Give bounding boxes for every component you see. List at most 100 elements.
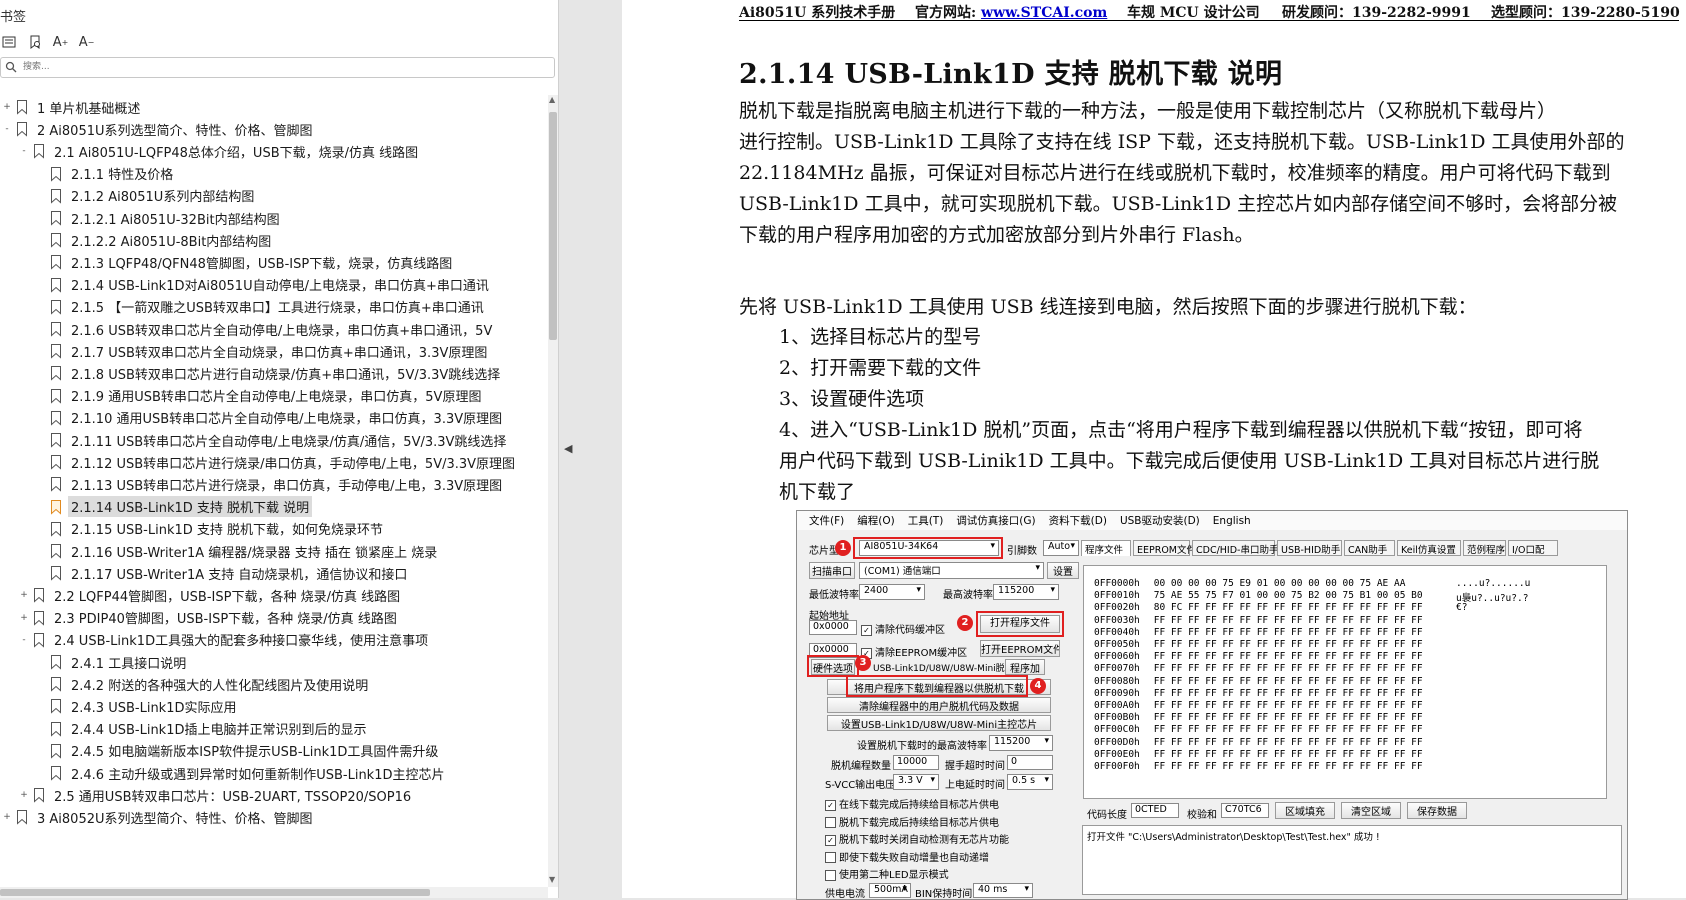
bookmark-item[interactable]: 2.1.7 USB转双串口芯片全自动烧录，串口仿真+串口通讯，3.3V原理图	[36, 339, 490, 363]
scroll-up-icon[interactable]: ▲	[549, 95, 555, 104]
checked-box[interactable]: ✓	[825, 834, 836, 846]
scan-port-button[interactable]: 扫描串口	[809, 562, 855, 579]
scroll-thumb[interactable]	[549, 112, 557, 340]
collapse-icon[interactable]: -	[2, 124, 12, 134]
bookmark-item[interactable]: 2.1.5 【一箭双雕之USB转双串口】工具进行烧录，串口仿真+串口通讯	[36, 295, 487, 319]
font-increase-icon[interactable]: A +	[52, 34, 69, 51]
expand-icon[interactable]: +	[2, 102, 12, 112]
expand-icon[interactable]: +	[19, 790, 29, 800]
menu-item[interactable]: 资料下载(D)	[1049, 513, 1107, 528]
bookmark-item[interactable]: +1 单片机基础概述	[2, 95, 143, 119]
tree-horizontal-scrollbar[interactable]	[0, 887, 548, 898]
collapse-icon[interactable]: -	[19, 146, 29, 156]
unchecked-box[interactable]	[825, 817, 836, 828]
bookmark-item[interactable]: 2.1.15 USB-Link1D 支持 脱机下载，如何免烧录环节	[36, 517, 386, 541]
menu-item[interactable]: 编程(O)	[857, 513, 894, 528]
bookmark-item[interactable]: 2.4.5 如电脑端新版本ISP软件提示USB-Link1D工具固件需升级	[36, 739, 441, 763]
program-tab[interactable]: 程序加	[1005, 659, 1045, 675]
bookmark-item[interactable]: 2.1.9 通用USB转串口芯片全自动停电/上电烧录，串口仿真，5V原理图	[36, 384, 484, 408]
menu-item[interactable]: USB驱动安装(D)	[1120, 513, 1200, 528]
max-baud-select[interactable]: 115200	[993, 584, 1059, 600]
bookmark-item[interactable]: 2.4.3 USB-Link1D实际应用	[36, 694, 240, 718]
right-tab[interactable]: USB-HID助手	[1277, 540, 1342, 556]
offline-count-input[interactable]: 10000	[893, 755, 939, 770]
bookmark-item[interactable]: 2.1.17 USB-Writer1A 支持 自动烧录机，通信协议和接口	[36, 561, 410, 585]
header-site-link[interactable]: www.STCAI.com	[981, 5, 1107, 21]
bookmark-item[interactable]: - 2.4 USB-Link1D工具强大的配套多种接口豪华线，使用注意事项	[19, 628, 431, 652]
bookmark-item[interactable]: 2.1.14 USB-Link1D 支持 脱机下载 说明	[36, 495, 313, 519]
bookmark-item[interactable]: 2.4.2 附送的各种强大的人性化配线图片及使用说明	[36, 672, 371, 696]
poweron-select[interactable]: 0.5 s	[1007, 774, 1053, 790]
expand-icon[interactable]: +	[19, 613, 29, 623]
right-tab[interactable]: Keil仿真设置	[1397, 540, 1461, 556]
tree-vertical-scrollbar[interactable]: ▲ ▼	[548, 95, 558, 887]
bookmark-search-icon[interactable]	[26, 34, 43, 51]
bookmark-search-box[interactable]	[0, 57, 555, 78]
collapse-panel-icon[interactable]: ◀	[564, 442, 572, 455]
bookmark-search-input[interactable]	[23, 59, 523, 74]
bookmark-item[interactable]: 2.1.3 LQFP48/QFN48管脚图，USB-ISP下载，烧录，仿真线路图	[36, 250, 455, 274]
menu-item[interactable]: 文件(F)	[809, 513, 844, 528]
menu-item[interactable]: English	[1213, 515, 1251, 527]
menu-item[interactable]: 工具(T)	[908, 513, 944, 528]
checked-box[interactable]: ✓	[825, 799, 836, 811]
clear-eeprom-checkbox[interactable]: ✓ 清除EEPROM缓冲区	[861, 644, 967, 659]
clear-area-button[interactable]: 清空区域	[1341, 802, 1401, 819]
max-rate-select[interactable]: 115200	[989, 735, 1053, 751]
bookmark-item[interactable]: 2.4.6 主动升级或遇到异常时如何重新制作USB-Link1D主控芯片	[36, 761, 448, 785]
option-checkbox[interactable]: 脱机下载完成后持续给目标芯片供电	[825, 814, 999, 829]
port-select[interactable]: (COM1) 通信端口	[859, 562, 1044, 579]
fill-area-button[interactable]: 区域填充	[1275, 802, 1335, 819]
bookmark-item[interactable]: 2.1.8 USB转双串口芯片进行自动烧录/仿真+串口通讯，5V/3.3V跳线选…	[36, 361, 503, 385]
expand-icon[interactable]: +	[2, 812, 12, 822]
right-tab[interactable]: CDC/HID-串口助手	[1192, 540, 1278, 556]
handshake-input[interactable]: 0	[1007, 755, 1053, 770]
menu-item[interactable]: 调试仿真接口(G)	[956, 513, 1035, 528]
unchecked-box[interactable]	[825, 869, 836, 881]
right-tab[interactable]: 范例程序	[1463, 540, 1506, 556]
bookmark-item[interactable]: +3 Ai8052U系列选型简介、特性、价格、管脚图	[2, 805, 316, 829]
font-decrease-icon[interactable]: A −	[78, 34, 95, 51]
option-checkbox[interactable]: 即使下载失败自动增量也自动递增	[825, 849, 989, 864]
option-checkbox[interactable]: ✓ 在线下载完成后持续给目标芯片供电	[825, 796, 999, 811]
bookmark-item[interactable]: 2.4.1 工具接口说明	[36, 650, 189, 674]
bookmark-item[interactable]: 2.1.13 USB转串口芯片进行烧录，串口仿真，手动停电/上电，3.3V原理图	[36, 472, 505, 496]
unchecked-box[interactable]	[825, 852, 836, 863]
expand-icon[interactable]: +	[19, 590, 29, 600]
offline-tab[interactable]: USB-Link1D/U8W/U8W-Mini脱机	[873, 661, 1014, 674]
clear-offline-code-button[interactable]: 清除编程器中的用户脱机代码及数据	[827, 697, 1051, 713]
bookmark-item[interactable]: 2.4.4 USB-Link1D插上电脑并正常识别到后的显示	[36, 717, 370, 741]
code-addr-input[interactable]: 0x0000	[809, 620, 857, 635]
option-checkbox[interactable]: ✓ 脱机下载时关闭自动检测有无芯片功能	[825, 831, 1009, 846]
bookmark-item[interactable]: 2.1.2.1 Ai8051U-32Bit内部结构图	[36, 206, 283, 230]
settings-button[interactable]: 设置	[1047, 562, 1079, 579]
h-scroll-thumb[interactable]	[0, 889, 430, 896]
bookmark-item[interactable]: 2.1.2 Ai8051U系列内部结构图	[36, 184, 257, 208]
bookmark-item[interactable]: 2.1.11 USB转串口芯片全自动停电/上电烧录/仿真/通信，5V/3.3V跳…	[36, 428, 509, 452]
svcc-select[interactable]: 3.3 V	[893, 774, 939, 790]
bookmark-item[interactable]: 2.1.1 特性及价格	[36, 162, 176, 186]
bookmark-item[interactable]: 2.1.10 通用USB转串口芯片全自动停电/上电烧录，串口仿真，3.3V原理图	[36, 406, 505, 430]
bookmark-item[interactable]: - 2.1 Ai8051U-LQFP48总体介绍，USB下载，烧录/仿真 线路图	[19, 139, 421, 163]
bookmark-item[interactable]: 2.1.2.2 Ai8051U-8Bit内部结构图	[36, 228, 274, 252]
min-baud-select[interactable]: 2400	[859, 584, 925, 600]
option-checkbox[interactable]: 使用第二种LED显示模式	[825, 866, 949, 881]
clear-code-checkbox[interactable]: ✓ 清除代码缓冲区	[861, 621, 945, 636]
bookmark-item[interactable]: - 2 Ai8051U系列选型简介、特性、价格、管脚图	[2, 117, 316, 141]
bookmark-item[interactable]: 2.1.6 USB转双串口芯片全自动停电/上电烧录，串口仿真+串口通讯，5V	[36, 317, 495, 341]
bookmark-item[interactable]: +2.3 PDIP40管脚图，USB-ISP下载，各种 烧录/仿真 线路图	[19, 606, 400, 630]
save-data-button[interactable]: 保存数据	[1407, 802, 1467, 819]
pin-select[interactable]: Auto	[1043, 540, 1079, 556]
scroll-down-icon[interactable]: ▼	[549, 875, 555, 884]
bookmark-item[interactable]: +2.2 LQFP44管脚图，USB-ISP下载，各种 烧录/仿真 线路图	[19, 583, 403, 607]
bin-select[interactable]: 40 ms	[973, 883, 1033, 898]
set-master-chip-button[interactable]: 设置USB-Link1D/U8W/U8W-Mini主控芯片	[827, 715, 1051, 731]
open-eeprom-button[interactable]: 打开EEPROM文件	[980, 640, 1060, 657]
bookmark-item[interactable]: 2.1.12 USB转串口芯片进行烧录/串口仿真，手动停电/上电，5V/3.3V…	[36, 450, 518, 474]
bookmark-item[interactable]: +2.5 通用USB转双串口芯片：USB-2UART, TSSOP20/SOP1…	[19, 783, 414, 807]
bookmark-item[interactable]: 2.1.4 USB-Link1D对Ai8051U自动停电/上电烧录，串口仿真+串…	[36, 273, 492, 297]
right-tab[interactable]: CAN助手	[1344, 540, 1395, 556]
collapse-icon[interactable]: -	[19, 635, 29, 645]
right-tab[interactable]: I/O口配	[1508, 540, 1558, 556]
bookmark-item[interactable]: 2.1.16 USB-Writer1A 编程器/烧录器 支持 插在 锁紧座上 烧…	[36, 539, 440, 563]
